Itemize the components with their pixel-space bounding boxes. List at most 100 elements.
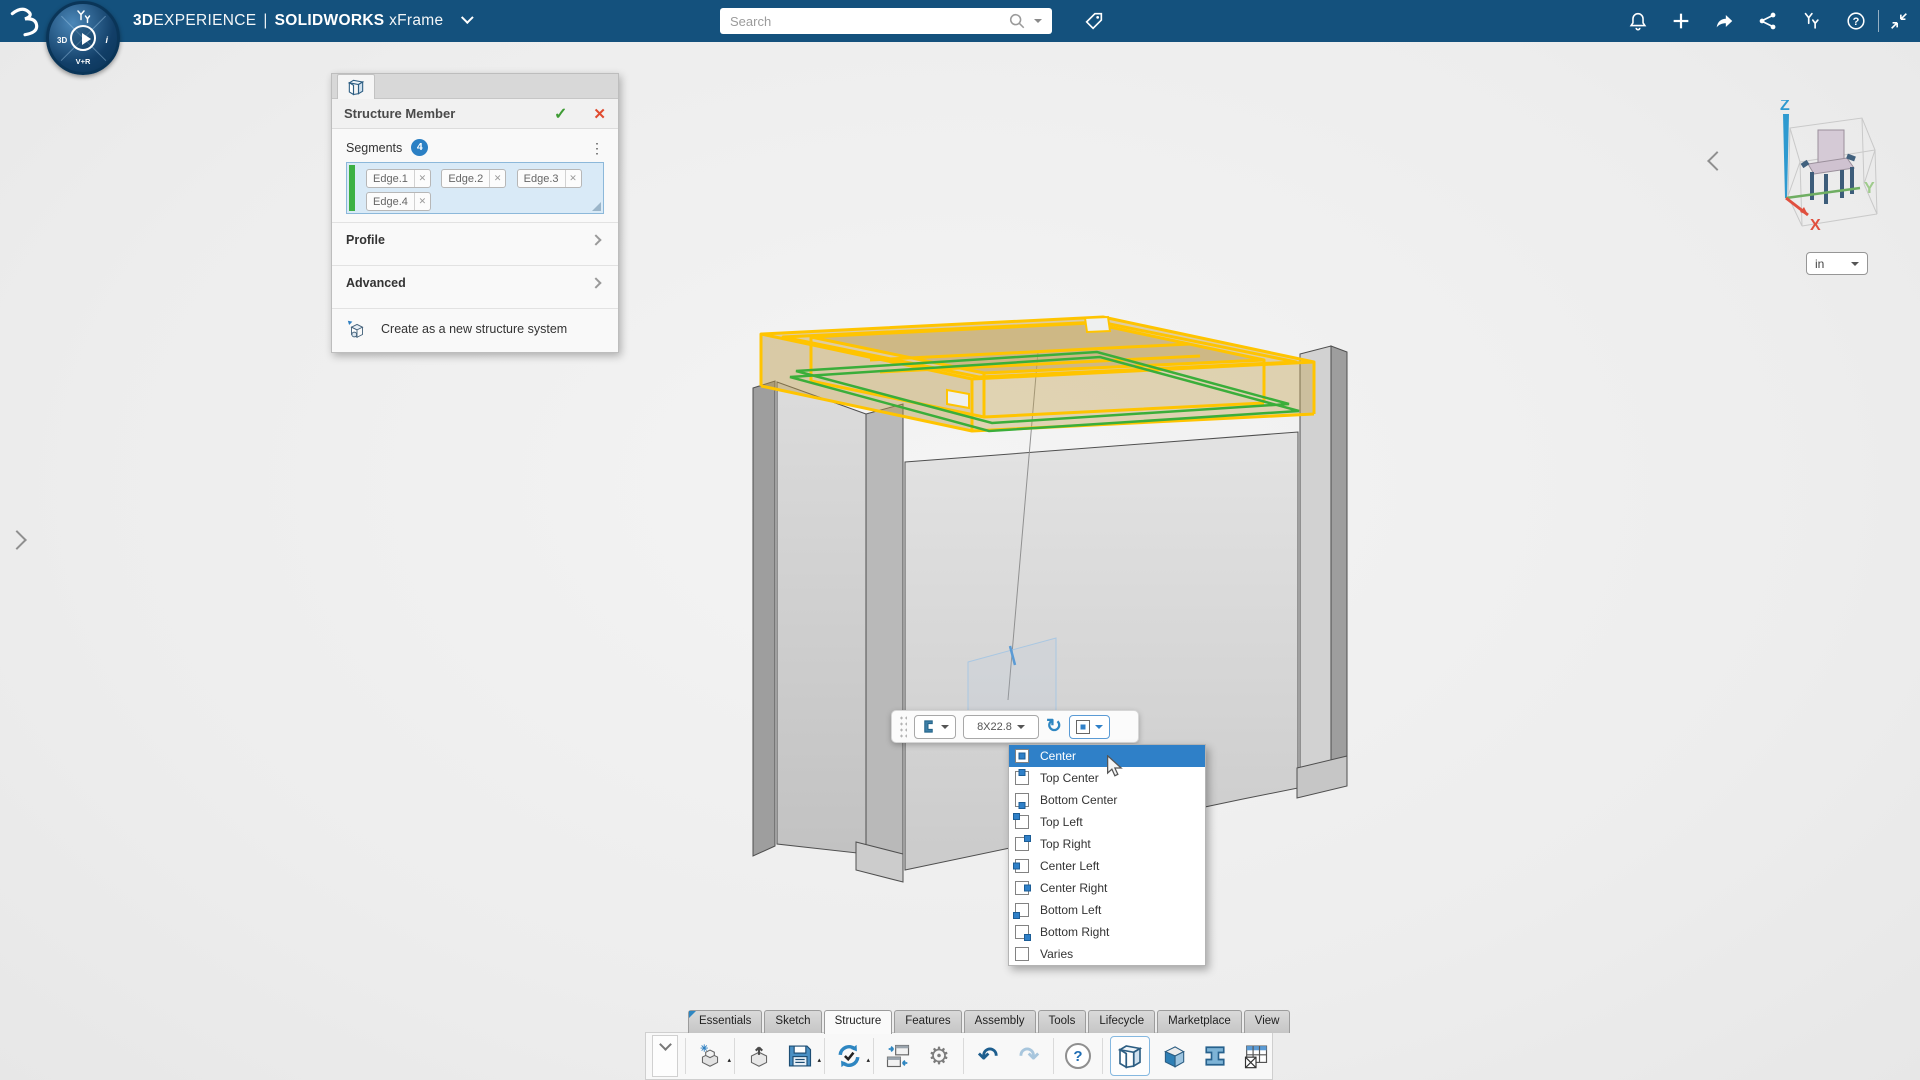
- flyout-arrow-icon[interactable]: ▴: [817, 1056, 821, 1064]
- compass-social-icon[interactable]: [71, 9, 95, 24]
- search-scope-chevron-icon[interactable]: [1034, 19, 1042, 27]
- profiles-button[interactable]: [1198, 1036, 1232, 1076]
- alignment-menu-item[interactable]: Top Left: [1009, 811, 1205, 833]
- ribbon-tab[interactable]: Lifecycle: [1088, 1010, 1155, 1033]
- add-plus-icon[interactable]: [1670, 10, 1692, 32]
- alignment-position-icon: [1015, 881, 1029, 895]
- user-community-icon[interactable]: [1800, 10, 1822, 32]
- orientation-triad[interactable]: Z Y X: [1752, 100, 1902, 240]
- 3dexperience-compass[interactable]: 3D i V+R: [46, 1, 120, 75]
- units-dropdown[interactable]: in: [1806, 252, 1868, 275]
- share-network-icon[interactable]: [1757, 10, 1779, 32]
- advanced-section-row[interactable]: Advanced: [332, 265, 618, 300]
- tag-icon[interactable]: [1083, 10, 1105, 32]
- ribbon-tab-bar: Essentials Sketch Structure Features Ass…: [688, 1010, 1290, 1033]
- alignment-menu-item[interactable]: Bottom Left: [1009, 899, 1205, 921]
- redo-icon: ↷: [1019, 1042, 1039, 1071]
- alignment-position-icon: [1015, 771, 1029, 785]
- viewport-3d-scene[interactable]: [0, 0, 1920, 1080]
- compass-3d-label[interactable]: 3D: [57, 36, 67, 45]
- structure-tables-button[interactable]: [1239, 1036, 1273, 1076]
- chip-close-icon[interactable]: [414, 193, 430, 210]
- new-part-button[interactable]: ✳ ▴: [693, 1036, 727, 1076]
- redo-button[interactable]: ↷: [1012, 1036, 1046, 1076]
- structure-context-toolbar: 8X22.8 ↻: [891, 710, 1139, 743]
- channel-profile-icon: [921, 719, 936, 734]
- cancel-x-icon[interactable]: ✕: [593, 105, 606, 123]
- undo-button[interactable]: ↶: [971, 1036, 1005, 1076]
- compass-info-label[interactable]: i: [105, 35, 108, 45]
- panel-tab-strip: [332, 74, 618, 99]
- global-search[interactable]: [720, 8, 1052, 34]
- search-icon[interactable]: [1008, 12, 1026, 30]
- chip-close-icon[interactable]: [489, 170, 505, 187]
- axis-z-label: Z: [1780, 100, 1790, 114]
- help-icon: ?: [1065, 1043, 1091, 1069]
- app-title[interactable]: 3DEXPERIENCE|SOLIDWORKS xFrame: [133, 0, 469, 42]
- create-structure-system-row[interactable]: Create as a new structure system: [332, 308, 618, 352]
- profile-section-row[interactable]: Profile: [332, 222, 618, 257]
- chevron-right-icon: [590, 277, 601, 288]
- notifications-bell-icon[interactable]: [1627, 10, 1649, 32]
- rotate-profile-icon[interactable]: ↻: [1046, 717, 1062, 737]
- undo-icon: ↶: [978, 1042, 998, 1071]
- save-floppy-icon: [786, 1042, 814, 1070]
- kebab-menu-icon[interactable]: ⋮: [590, 143, 604, 153]
- alignment-dropdown[interactable]: [1069, 715, 1110, 739]
- corner-management-button[interactable]: [1157, 1036, 1191, 1076]
- collapse-toolbar-button[interactable]: [652, 1035, 678, 1077]
- compass-vr-label[interactable]: V+R: [76, 57, 91, 66]
- axis-x-label: X: [1810, 217, 1821, 234]
- segment-chip[interactable]: Edge.4: [366, 192, 431, 211]
- chip-close-icon[interactable]: [414, 170, 430, 187]
- ribbon-tab[interactable]: Features: [894, 1010, 961, 1033]
- ribbon-tab[interactable]: Structure: [824, 1010, 893, 1034]
- structure-member-tab[interactable]: [337, 74, 375, 99]
- chip-close-icon[interactable]: [565, 170, 581, 187]
- segment-chip[interactable]: Edge.3: [517, 169, 582, 188]
- segments-label: Segments: [346, 141, 402, 155]
- structure-member-panel: Structure Member ✓ ✕ Segments 4 ⋮ Edge.1…: [331, 73, 619, 353]
- alignment-menu-item[interactable]: Center Right: [1009, 877, 1205, 899]
- open-button[interactable]: [742, 1036, 776, 1076]
- alignment-menu-item[interactable]: Center Left: [1009, 855, 1205, 877]
- ok-check-icon[interactable]: ✓: [554, 104, 567, 124]
- lifecycle-sync-button[interactable]: ▴: [832, 1036, 866, 1076]
- help-icon[interactable]: ?: [1845, 10, 1867, 32]
- help-button[interactable]: ?: [1061, 1036, 1095, 1076]
- collapse-window-icon[interactable]: [1888, 10, 1910, 32]
- compass-play-button[interactable]: [70, 25, 96, 51]
- search-input[interactable]: [720, 14, 1008, 29]
- alignment-menu-item[interactable]: Top Right: [1009, 833, 1205, 855]
- save-button[interactable]: ▴: [783, 1036, 817, 1076]
- dassault-systemes-logo[interactable]: [6, 5, 44, 37]
- ribbon-tab[interactable]: Tools: [1038, 1010, 1087, 1033]
- app-switcher-chevron-icon[interactable]: [461, 11, 474, 24]
- alignment-menu-item[interactable]: Varies: [1009, 943, 1205, 965]
- ribbon-tab[interactable]: Marketplace: [1157, 1010, 1242, 1033]
- ribbon-tab[interactable]: Assembly: [964, 1010, 1036, 1033]
- alignment-menu-item[interactable]: Bottom Center: [1009, 789, 1205, 811]
- share-arrow-icon[interactable]: [1713, 10, 1735, 32]
- toolbar-drag-handle[interactable]: [899, 715, 907, 738]
- structure-member-tool-button[interactable]: [1110, 1036, 1150, 1076]
- play-icon: [82, 33, 91, 45]
- ribbon-tab[interactable]: Sketch: [764, 1010, 821, 1033]
- ribbon-tab[interactable]: View: [1244, 1010, 1291, 1033]
- segment-chip[interactable]: Edge.2: [441, 169, 506, 188]
- alignment-position-icon: [1015, 793, 1029, 807]
- alignment-position-icon: [1015, 925, 1029, 939]
- flyout-arrow-icon[interactable]: ▴: [727, 1056, 731, 1064]
- advanced-label: Advanced: [346, 276, 592, 290]
- settings-button[interactable]: ⚙: [922, 1036, 956, 1076]
- segments-selection-box[interactable]: Edge.1 Edge.2 Edge.3 Edge.4: [346, 162, 604, 214]
- profile-type-dropdown[interactable]: [914, 715, 956, 739]
- segment-chip[interactable]: Edge.1: [366, 169, 431, 188]
- ribbon-tab[interactable]: Essentials: [688, 1010, 762, 1033]
- profile-size-dropdown[interactable]: 8X22.8: [963, 715, 1039, 739]
- flyout-arrow-icon[interactable]: ▴: [866, 1056, 870, 1064]
- import-export-button[interactable]: [881, 1036, 915, 1076]
- alignment-menu-item[interactable]: Bottom Right: [1009, 921, 1205, 943]
- gear-icon: ⚙: [928, 1042, 950, 1071]
- alignment-position-icon: [1015, 815, 1029, 829]
